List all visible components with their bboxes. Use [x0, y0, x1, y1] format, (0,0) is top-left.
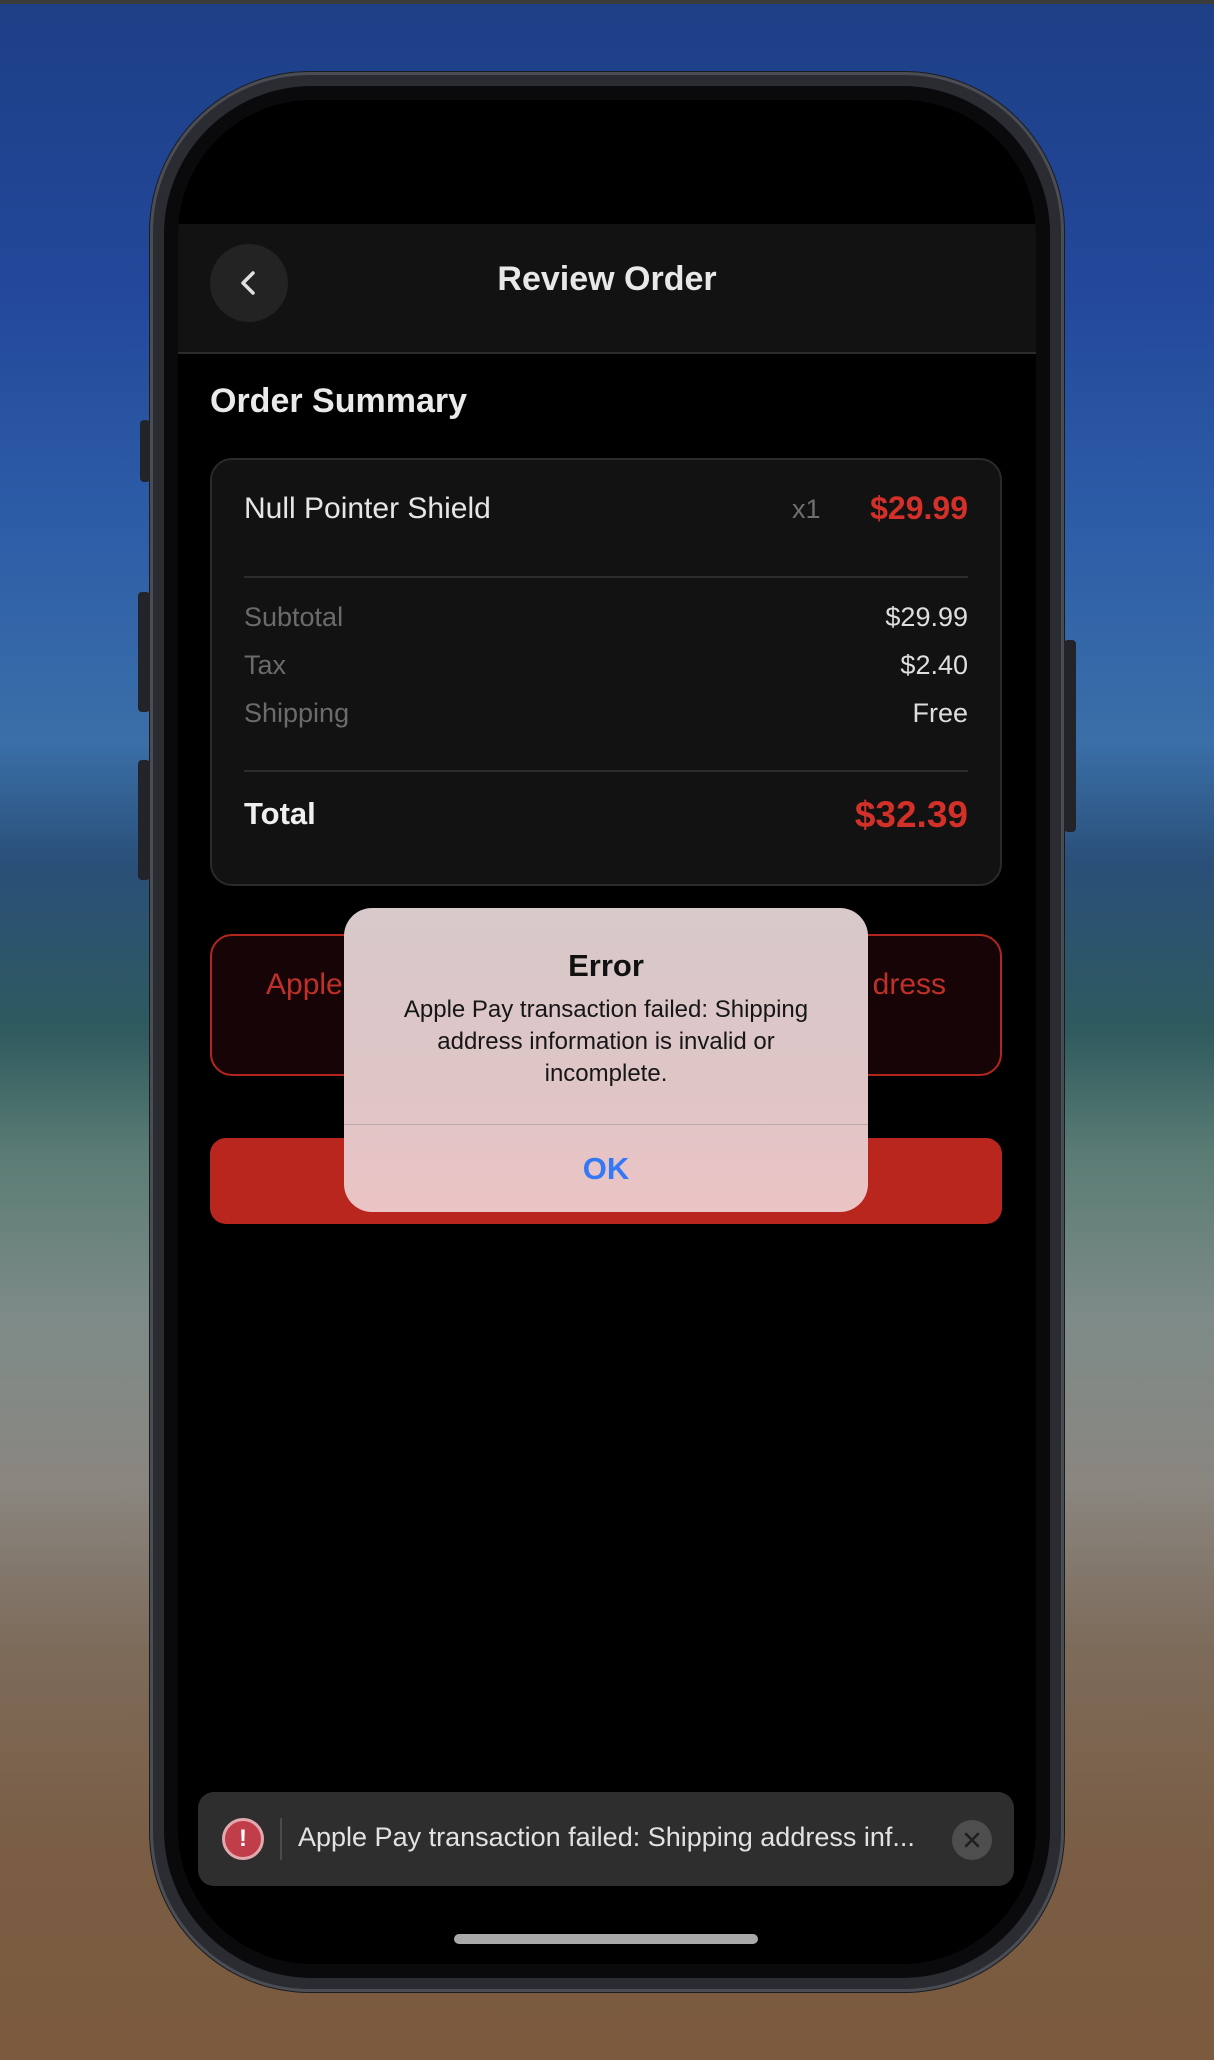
divider [244, 770, 968, 772]
toast-close-button[interactable] [952, 1820, 992, 1860]
shipping-label: Shipping [244, 698, 350, 728]
order-summary-card: Null Pointer Shield x1 $29.99 Subtotal $… [210, 458, 1002, 886]
error-exclamation-icon: ! [222, 1818, 264, 1860]
total-label: Total [244, 796, 316, 831]
volume-down-button [138, 760, 150, 880]
alert-message: Apple Pay transaction failed: Shipping a… [403, 996, 809, 1087]
order-summary-heading: Order Summary [210, 382, 467, 420]
toast-message: Apple Pay transaction failed: Shipping a… [298, 1822, 915, 1852]
item-quantity: x1 [792, 494, 821, 524]
error-toast: ! Apple Pay transaction failed: Shipping… [198, 1792, 1014, 1886]
toast-divider [280, 1818, 282, 1860]
home-indicator[interactable] [454, 1934, 758, 1944]
subtotal-label: Subtotal [244, 602, 344, 632]
divider [244, 576, 968, 578]
page-title: Review Order [497, 260, 717, 298]
tax-label: Tax [244, 650, 287, 680]
total-value: $32.39 [854, 794, 968, 835]
alert-title: Error [568, 948, 644, 983]
phone-screen: Review Order Order Summary Null Pointer … [178, 100, 1036, 1964]
volume-up-button [138, 592, 150, 712]
alert-ok-button[interactable]: OK [344, 1125, 868, 1212]
action-button [140, 420, 150, 482]
item-name: Null Pointer Shield [244, 492, 491, 525]
top-edge-line [0, 0, 1214, 4]
error-alert-dialog: Error Apple Pay transaction failed: Ship… [344, 908, 868, 1212]
power-button [1064, 640, 1076, 832]
shipping-value: Free [912, 698, 968, 728]
tax-value: $2.40 [900, 650, 968, 680]
close-icon [964, 1832, 980, 1848]
item-price: $29.99 [870, 490, 968, 526]
subtotal-value: $29.99 [885, 602, 968, 632]
navigation-bar: Review Order [178, 224, 1036, 354]
